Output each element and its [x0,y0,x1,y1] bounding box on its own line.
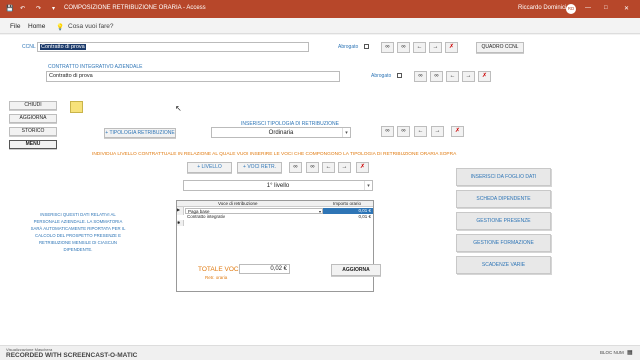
ccnl-abrogato-label: Abrogato [338,44,359,50]
arrow-right-icon[interactable]: → [462,71,475,82]
chiudi-button[interactable]: CHIUDI [9,101,57,110]
col-importo-header: Importo orario [333,201,362,206]
ccnl-abrogato-checkbox[interactable] [364,44,369,49]
undo-icon[interactable]: ↶ [20,5,25,12]
form-view-icon[interactable]: ▦ [627,349,633,356]
livello-combo[interactable]: 1° livello ▾ [183,180,373,191]
arrow-right-icon[interactable]: → [338,162,351,173]
integrativo-abrogato-label: Abrogato [371,73,392,79]
delete-icon[interactable]: ✗ [356,162,369,173]
add-livello-button[interactable]: + LIVELLO [187,162,232,173]
quadro-ccnl-button[interactable]: QUADRO CCNL [476,42,524,53]
window-title: COMPOSIZIONE RETRIBUZIONE ORARIA - Acces… [64,5,206,11]
arrow-left-icon[interactable]: ← [414,126,427,137]
arrow-left-icon[interactable]: ← [413,42,426,53]
tipologia-value: Ordinaria [268,130,294,136]
status-right: BLOC NUM [600,350,624,355]
col-voce-header: Voce di retribuzione [218,201,258,206]
maximize-icon[interactable]: □ [604,5,608,11]
binoculars-icon[interactable]: ∞ [397,42,410,53]
livello-value: 1° livello [266,183,290,189]
binoculars-icon[interactable]: ∞ [397,126,410,137]
arrow-left-icon[interactable]: ← [322,162,335,173]
close-icon[interactable]: ✕ [624,5,629,12]
quick-access-dropdown-icon[interactable]: ▾ [52,5,55,12]
livello-instruction: INDIVIDUA LIVELLO CONTRATTUALE IN RELAZI… [92,152,457,157]
importo-value: 0,01 € [358,214,371,219]
delete-icon[interactable]: ✗ [445,42,458,53]
aggiorna-totale-button[interactable]: AGGIORNA [331,264,381,276]
table-header: Voce di retribuzione Importo orario [177,201,373,207]
arrow-right-icon[interactable]: → [429,42,442,53]
totale-label: TOTALE VOCI [198,266,241,273]
tab-home[interactable]: Home [28,23,45,30]
totale-value: 0,02 € [239,264,290,274]
integrativo-field[interactable]: Contratto di prova [46,71,340,82]
note-icon[interactable] [70,101,83,113]
record-selector[interactable]: ▶ [177,207,184,215]
add-voci-button[interactable]: + VOCI RETR. [237,162,282,173]
watermark-logo: RECORDED WITH SCREENCAST-O-MATIC [6,352,138,359]
totale-sub-label: Retr. oraria [205,275,228,280]
binoculars-icon[interactable]: ∞ [306,162,319,173]
ccnl-label: CCNL [22,44,36,50]
aggiorna-menu-button[interactable]: AGGIORNA [9,114,57,123]
binoculars-icon[interactable]: ∞ [414,71,427,82]
inserisci-foglio-button[interactable]: INSERISCI DA FOGLIO DATI [456,168,551,186]
binoculars-icon[interactable]: ∞ [381,126,394,137]
scheda-dipendente-button[interactable]: SCHEDA DIPENDENTE [456,190,551,208]
binoculars-icon[interactable]: ∞ [381,42,394,53]
new-record-icon[interactable]: ✱ [177,220,184,226]
personnel-note: INSERISCI QUESTI DATI RELATIVI AL PERSON… [30,212,126,252]
lightbulb-icon: 💡 [56,24,65,31]
binoculars-icon[interactable]: ∞ [289,162,302,173]
tell-me-search[interactable]: Cosa vuoi fare? [68,23,114,30]
importo-cell[interactable]: 0,01 € [323,214,373,220]
add-tipologia-button[interactable]: + TIPOLOGIA RETRIBUZIONE [104,128,176,138]
scadenze-varie-button[interactable]: SCADENZE VARIE [456,256,551,274]
save-icon[interactable]: 💾 [6,5,13,12]
chevron-down-icon[interactable]: ▾ [364,181,372,190]
delete-icon[interactable]: ✗ [451,126,464,137]
gestione-formazione-button[interactable]: GESTIONE FORMAZIONE [456,234,551,252]
table-row[interactable]: Contratto integrativ [185,214,323,220]
ccnl-value: Contratto di prova [40,44,86,50]
importo-value: 0,01 € [358,208,371,213]
gestione-presenze-button[interactable]: GESTIONE PRESENZE [456,212,551,230]
minimize-icon[interactable]: — [585,5,591,11]
ribbon: File Home 💡 Cosa vuoi fare? [0,18,640,34]
binoculars-icon[interactable]: ∞ [430,71,443,82]
arrow-right-icon[interactable]: → [431,126,444,137]
avatar[interactable]: RD [566,4,576,14]
integrativo-label: CONTRATTO INTEGRATIVO AZIENDALE [48,64,143,70]
voce-cell: Contratto integrativ [187,214,226,219]
redo-icon[interactable]: ↷ [36,5,41,12]
chevron-down-icon[interactable]: ▾ [342,128,350,137]
delete-icon[interactable]: ✗ [478,71,491,82]
status-bar: Visualizzazione Maschera RECORDED WITH S… [0,345,640,360]
tipologia-combo[interactable]: Ordinaria ▾ [211,127,351,138]
form-area: CCNL Contratto di prova Abrogato ∞ ∞ ← →… [0,35,640,345]
mouse-cursor-icon: ↖ [175,104,182,113]
ccnl-field[interactable]: Contratto di prova [37,42,309,52]
menu-button[interactable]: MENU [9,140,57,149]
title-bar: 💾 ↶ ↷ ▾ COMPOSIZIONE RETRIBUZIONE ORARIA… [0,0,640,18]
storico-button[interactable]: STORICO [9,127,57,136]
arrow-left-icon[interactable]: ← [446,71,459,82]
tab-file[interactable]: File [10,23,20,30]
integrativo-abrogato-checkbox[interactable] [397,73,402,78]
